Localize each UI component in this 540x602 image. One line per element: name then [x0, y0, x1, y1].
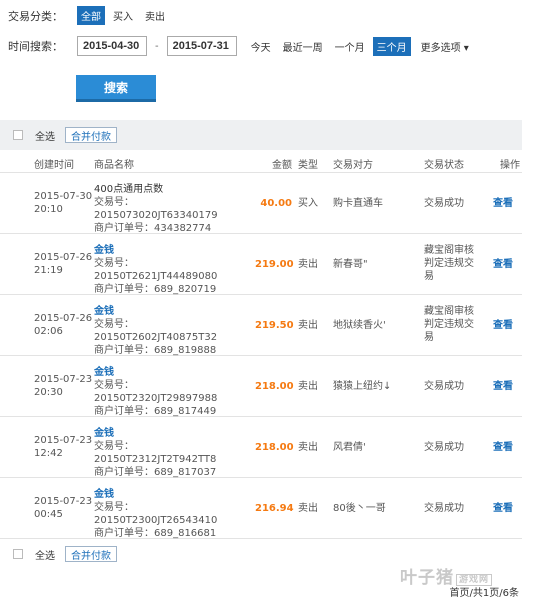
created-time: 2015-07-26 02:06	[34, 313, 93, 337]
txn-status: 交易成功	[424, 198, 464, 209]
view-link[interactable]: 查看	[493, 441, 513, 454]
range-month[interactable]: 一个月	[331, 37, 369, 56]
range-week[interactable]: 最近一周	[279, 37, 327, 56]
product-info: 金钱 交易号：20150T2320JT29897988 商户订单号：689_8174…	[94, 366, 254, 418]
txn-status: 交易成功	[424, 381, 464, 392]
select-all-label: 全选	[35, 131, 55, 143]
table-row: 2015-07-23 20:30 金钱 交易号：20150T2320JT298979…	[0, 356, 522, 417]
created-time: 2015-07-23 12:42	[34, 435, 93, 459]
product-info: 金钱 交易号：20150T2602JT40875T32 商户订单号：689_8198…	[94, 305, 254, 357]
counterparty: 80後丶一哥	[333, 503, 386, 514]
counterparty: 新春哥"	[333, 259, 368, 270]
product-info: 金钱 交易号：20150T2300JT26543410 商户订单号：689_8166…	[94, 488, 254, 540]
product-title: 400点通用点数	[94, 184, 164, 195]
table-row: 2015-07-30 20:10 400点通用点数 交易号：2015073020JT…	[0, 173, 522, 234]
created-time: 2015-07-23 20:30	[34, 374, 93, 398]
merge-pay-button[interactable]: 合并付款	[65, 127, 117, 143]
time-filter: 时间搜索： - 今天 最近一周 一个月 三个月 更多选项 ▾	[8, 36, 473, 56]
range-three-months[interactable]: 三个月	[372, 36, 411, 56]
select-all-checkbox-bottom[interactable]	[13, 549, 23, 559]
created-time: 2015-07-23 00:45	[34, 496, 93, 520]
view-link[interactable]: 查看	[493, 258, 513, 271]
header-operation: 操作	[500, 160, 520, 171]
amount: 219.00	[255, 259, 294, 270]
txn-type: 卖出	[298, 259, 318, 270]
category-filter: 交易分类： 全部 买入 卖出	[8, 6, 169, 25]
product-title-link[interactable]: 金钱	[94, 366, 254, 379]
range-today[interactable]: 今天	[247, 37, 275, 56]
product-info: 金钱 交易号：20150T2621JT44489080 商户订单号：689_8207…	[94, 244, 254, 296]
table-row: 2015-07-23 00:45 金钱 交易号：20150T2300JT265434…	[0, 478, 522, 539]
header-created-time: 创建时间	[34, 160, 74, 171]
amount: 216.94	[255, 503, 294, 514]
txn-status: 交易成功	[424, 503, 464, 514]
header-counterparty: 交易对方	[333, 160, 373, 171]
txn-type: 买入	[298, 198, 318, 209]
category-all[interactable]: 全部	[77, 6, 105, 25]
table-row: 2015-07-26 21:19 金钱 交易号：20150T2621JT444890…	[0, 234, 522, 295]
txn-status: 交易成功	[424, 442, 464, 453]
product-title-link[interactable]: 金钱	[94, 244, 254, 257]
view-link[interactable]: 查看	[493, 380, 513, 393]
product-title-link[interactable]: 金钱	[94, 427, 254, 440]
amount: 218.00	[255, 381, 294, 392]
header-type: 类型	[298, 160, 318, 171]
txn-type: 卖出	[298, 442, 318, 453]
search-button[interactable]: 搜索	[76, 75, 156, 102]
counterparty: 地狱续香火'	[333, 320, 386, 331]
table-row: 2015-07-23 12:42 金钱 交易号：20150T2312JT2T942T…	[0, 417, 522, 478]
select-all-checkbox[interactable]	[13, 130, 23, 140]
table-header: 创建时间 商品名称 金额 类型 交易对方 交易状态 操作	[0, 150, 522, 173]
more-options-toggle[interactable]: 更多选项 ▾	[417, 37, 473, 56]
amount: 40.00	[260, 198, 292, 209]
date-separator: -	[155, 40, 159, 52]
txn-type: 卖出	[298, 503, 318, 514]
txn-type: 卖出	[298, 381, 318, 392]
counterparty: 购卡直通车	[333, 198, 383, 209]
amount: 219.50	[255, 320, 294, 331]
product-info: 400点通用点数 交易号：2015073020JT63340179 商户订单号：43…	[94, 183, 254, 235]
product-title-link[interactable]: 金钱	[94, 488, 254, 501]
txn-status: 藏宝阁审核 判定违规交易	[424, 245, 474, 282]
category-sell[interactable]: 卖出	[141, 6, 169, 25]
header-amount: 金额	[272, 160, 292, 171]
counterparty: 猿猿上纽约↓	[333, 381, 392, 392]
pagination-info: 首页/共1页/6条	[449, 588, 519, 599]
view-link[interactable]: 查看	[493, 197, 513, 210]
date-from-input[interactable]	[77, 36, 147, 56]
select-all-label-bottom: 全选	[35, 550, 55, 562]
product-info: 金钱 交易号：20150T2312JT2T942TT8 商户订单号：689_8170…	[94, 427, 254, 479]
bulk-action-bar-top: 全选 合并付款	[0, 120, 522, 150]
table-row: 2015-07-26 02:06 金钱 交易号：20150T2602JT40875T…	[0, 295, 522, 356]
txn-type: 卖出	[298, 320, 318, 331]
date-to-input[interactable]	[166, 36, 237, 56]
amount: 218.00	[255, 442, 294, 453]
header-product-name: 商品名称	[94, 160, 134, 171]
view-link[interactable]: 查看	[493, 319, 513, 332]
category-label: 交易分类：	[8, 9, 63, 23]
category-buy[interactable]: 买入	[109, 6, 137, 25]
product-title-link[interactable]: 金钱	[94, 305, 254, 318]
header-status: 交易状态	[424, 160, 464, 171]
counterparty: 风君倩'	[333, 442, 366, 453]
view-link[interactable]: 查看	[493, 502, 513, 515]
time-label: 时间搜索：	[8, 40, 63, 53]
created-time: 2015-07-26 21:19	[34, 252, 93, 276]
merge-pay-button-bottom[interactable]: 合并付款	[65, 546, 117, 562]
txn-status: 藏宝阁审核 判定违规交易	[424, 306, 474, 343]
created-time: 2015-07-30 20:10	[34, 191, 93, 215]
